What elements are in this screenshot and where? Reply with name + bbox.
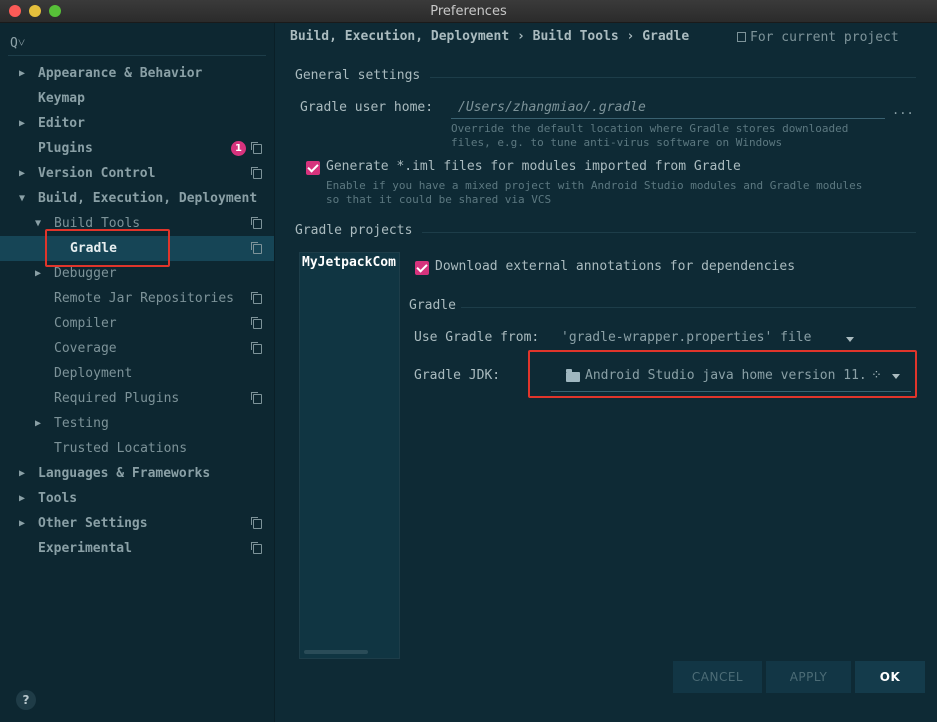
- project-settings-icon: [251, 167, 262, 179]
- sidebar-item-deployment[interactable]: Deployment: [0, 361, 274, 386]
- apply-button[interactable]: APPLY: [766, 661, 851, 693]
- settings-sidebar: Q˅ ▶ Appearance & Behavior Keymap ▶ Edit…: [0, 23, 275, 722]
- breadcrumb: Build, Execution, Deployment › Build Too…: [290, 29, 690, 44]
- sidebar-item-label: Version Control: [38, 166, 156, 181]
- sidebar-item-languages-frameworks[interactable]: ▶ Languages & Frameworks: [0, 461, 274, 486]
- project-settings-icon: [251, 542, 262, 554]
- for-current-project-label: For current project: [737, 30, 899, 45]
- collapse-arrow-icon: ▼: [35, 218, 42, 229]
- section-divider: [430, 77, 916, 78]
- sidebar-item-build-execution-deployment[interactable]: ▼ Build, Execution, Deployment: [0, 186, 274, 211]
- expand-arrow-icon: ▶: [19, 493, 26, 504]
- download-annotations-label: Download external annotations for depend…: [435, 259, 796, 274]
- sidebar-item-label: Editor: [38, 116, 85, 131]
- sidebar-item-editor[interactable]: ▶ Editor: [0, 111, 274, 136]
- collapse-arrow-icon: ▼: [19, 193, 26, 204]
- browse-button[interactable]: ...: [892, 103, 914, 117]
- sidebar-item-required-plugins[interactable]: Required Plugins: [0, 386, 274, 411]
- window-title: Preferences: [430, 4, 507, 19]
- general-settings-title: General settings: [295, 68, 421, 83]
- gradle-user-home-label: Gradle user home:: [300, 100, 434, 115]
- sidebar-item-testing[interactable]: ▶ Testing: [0, 411, 274, 436]
- gradle-user-home-input[interactable]: /Users/zhangmiao/.gradle: [451, 97, 885, 119]
- sidebar-item-label: Coverage: [54, 341, 117, 356]
- expand-arrow-icon: ▶: [19, 518, 26, 529]
- sidebar-item-label: Deployment: [54, 366, 133, 381]
- project-settings-icon: [251, 517, 262, 529]
- sidebar-item-trusted-locations[interactable]: Trusted Locations: [0, 436, 274, 461]
- sidebar-item-label: Languages & Frameworks: [38, 466, 211, 481]
- sidebar-item-keymap[interactable]: Keymap: [0, 86, 274, 111]
- gradle-projects-title: Gradle projects: [295, 223, 413, 238]
- sidebar-item-coverage[interactable]: Coverage: [0, 336, 274, 361]
- sidebar-item-tools[interactable]: ▶ Tools: [0, 486, 274, 511]
- highlight-box: [45, 229, 170, 267]
- sidebar-item-label: Build, Execution, Deployment: [38, 191, 258, 206]
- project-list-item[interactable]: MyJetpackCom: [302, 255, 397, 270]
- sidebar-item-label: Required Plugins: [54, 391, 180, 406]
- gradle-jdk-label: Gradle JDK:: [414, 368, 501, 383]
- sidebar-item-label: Tools: [38, 491, 78, 506]
- sidebar-item-experimental[interactable]: Experimental: [0, 536, 274, 561]
- sidebar-item-plugins[interactable]: Plugins 1: [0, 136, 274, 161]
- help-button[interactable]: ?: [16, 690, 36, 710]
- plugins-update-badge: 1: [231, 141, 246, 156]
- sidebar-item-remote-jar-repositories[interactable]: Remote Jar Repositories: [0, 286, 274, 311]
- section-divider: [422, 232, 916, 233]
- project-settings-icon: [737, 32, 746, 42]
- use-gradle-from-label: Use Gradle from:: [414, 330, 540, 345]
- gradle-user-home-hint: Override the default location where Grad…: [451, 122, 849, 149]
- sidebar-item-other-settings[interactable]: ▶ Other Settings: [0, 511, 274, 536]
- sidebar-item-label: Appearance & Behavior: [38, 66, 203, 81]
- project-settings-icon: [251, 242, 262, 254]
- generate-iml-checkbox[interactable]: [306, 161, 320, 175]
- sidebar-item-label: Remote Jar Repositories: [54, 291, 235, 306]
- title-bar: Preferences: [0, 0, 937, 23]
- sidebar-item-label: Compiler: [54, 316, 117, 331]
- horizontal-scrollbar[interactable]: [304, 650, 368, 654]
- sidebar-item-label: Keymap: [38, 91, 85, 106]
- project-settings-icon: [251, 142, 262, 154]
- cancel-button[interactable]: CANCEL: [673, 661, 762, 693]
- use-gradle-from-select[interactable]: 'gradle-wrapper.properties' file: [561, 330, 811, 345]
- expand-arrow-icon: ▶: [19, 118, 26, 129]
- sidebar-item-label: Plugins: [38, 141, 93, 156]
- gradle-projects-list[interactable]: MyJetpackCom: [299, 252, 400, 659]
- search-icon: Q˅: [10, 36, 26, 51]
- project-settings-icon: [251, 217, 262, 229]
- expand-arrow-icon: ▶: [35, 268, 42, 279]
- project-settings-icon: [251, 392, 262, 404]
- generate-iml-hint: Enable if you have a mixed project with …: [326, 179, 863, 206]
- sidebar-item-compiler[interactable]: Compiler: [0, 311, 274, 336]
- ok-button[interactable]: OK: [855, 661, 925, 693]
- sidebar-item-label: Trusted Locations: [54, 441, 188, 456]
- sidebar-item-label: Testing: [54, 416, 109, 431]
- expand-arrow-icon: ▶: [19, 468, 26, 479]
- gradle-section-title: Gradle: [409, 298, 456, 313]
- section-divider: [461, 307, 916, 308]
- preferences-window: Preferences Q˅ ▶ Appearance & Behavior K…: [0, 0, 937, 722]
- sidebar-item-label: Other Settings: [38, 516, 148, 531]
- expand-arrow-icon: ▶: [35, 418, 42, 429]
- expand-arrow-icon: ▶: [19, 68, 26, 79]
- sidebar-item-label: Experimental: [38, 541, 132, 556]
- download-annotations-checkbox[interactable]: [415, 261, 429, 275]
- project-settings-icon: [251, 342, 262, 354]
- highlight-box: [528, 350, 917, 398]
- expand-arrow-icon: ▶: [19, 168, 26, 179]
- sidebar-item-appearance-behavior[interactable]: ▶ Appearance & Behavior: [0, 61, 274, 86]
- generate-iml-label: Generate *.iml files for modules importe…: [326, 159, 741, 174]
- chevron-down-icon[interactable]: [846, 337, 854, 342]
- project-settings-icon: [251, 317, 262, 329]
- settings-search-input[interactable]: Q˅: [8, 31, 266, 56]
- sidebar-item-version-control[interactable]: ▶ Version Control: [0, 161, 274, 186]
- gradle-settings-panel: Build, Execution, Deployment › Build Too…: [275, 23, 937, 722]
- project-settings-icon: [251, 292, 262, 304]
